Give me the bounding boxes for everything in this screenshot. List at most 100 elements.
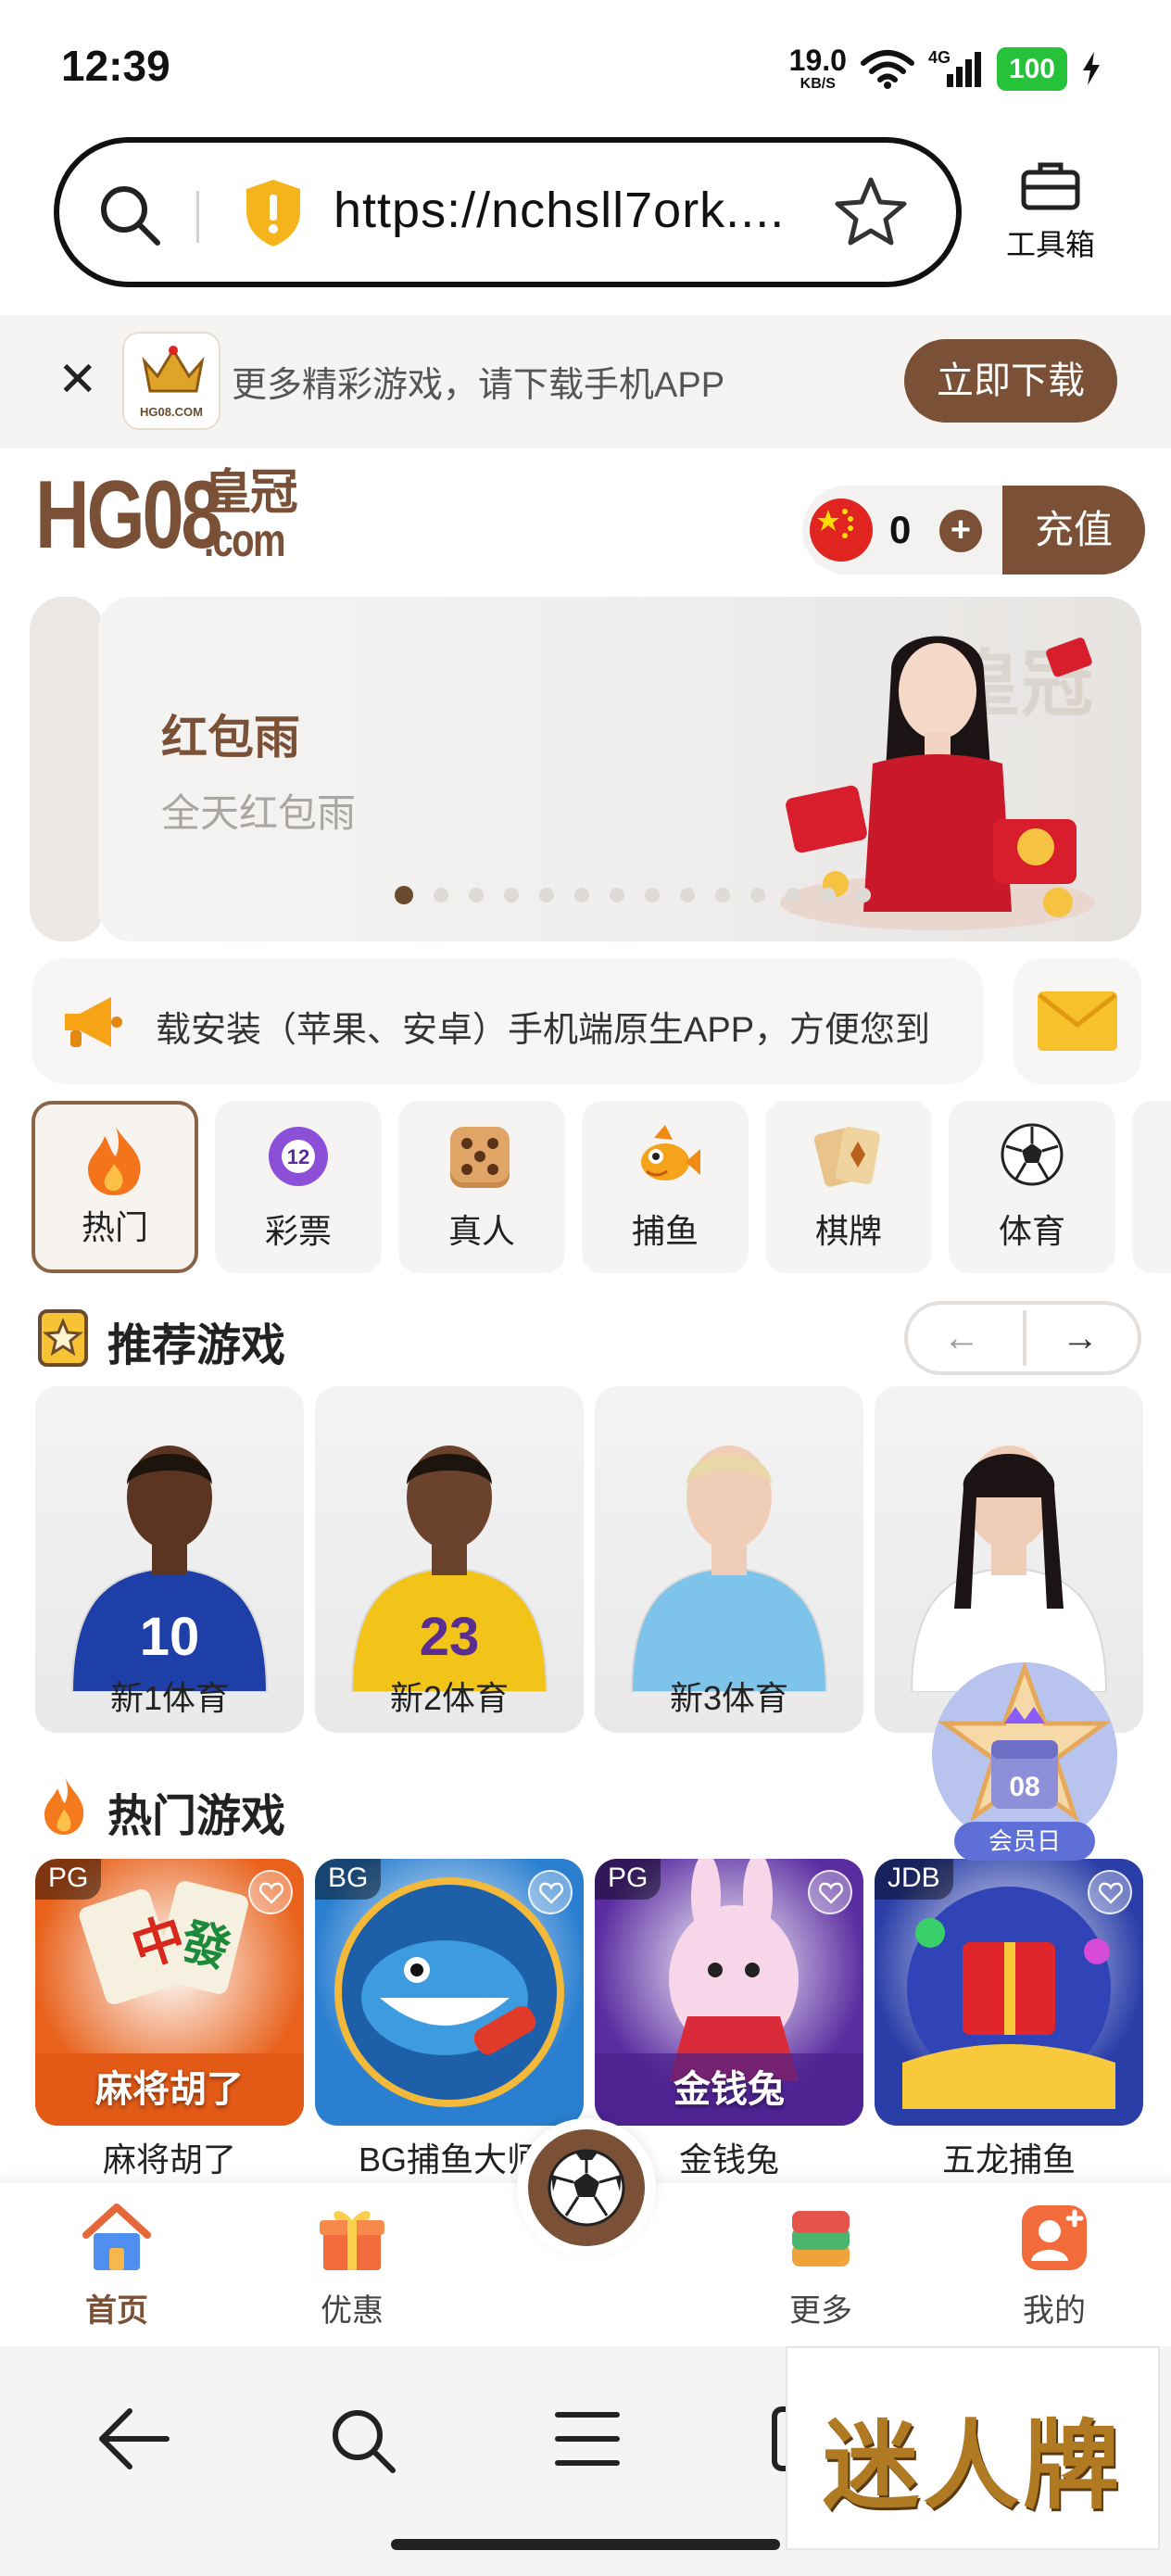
category-tab-5[interactable]: 棋牌 — [765, 1101, 932, 1273]
site-header: HG08 皇冠 .com 0 + 充值 — [0, 448, 1171, 587]
svg-text:12: 12 — [287, 1145, 309, 1168]
nav-sports-center[interactable] — [517, 2118, 656, 2257]
favorite-heart-icon[interactable] — [808, 1870, 852, 1914]
recommended-game-card[interactable]: 23 新2体育 — [315, 1386, 584, 1733]
category-tab-2[interactable]: 12 彩票 — [215, 1101, 382, 1273]
promo-carousel[interactable]: 皇冠 红包雨 全天红包雨 — [30, 597, 1141, 941]
notice-marquee[interactable]: 载安装（苹果、安卓）手机端原生APP，方便您到 — [31, 958, 984, 1084]
carousel-dots[interactable] — [395, 886, 871, 904]
site-logo[interactable]: HG08 皇冠 .com — [35, 467, 304, 563]
carousel-dot[interactable] — [434, 888, 448, 903]
menu-icon[interactable] — [547, 2402, 628, 2476]
balance-value: 0 — [889, 508, 912, 551]
player-image: 10 — [70, 1446, 269, 1692]
gift-icon — [320, 2211, 384, 2270]
category-tab-1[interactable]: 热门 — [31, 1101, 198, 1273]
game-art-title: 麻将胡了 — [95, 2069, 244, 2110]
carousel-dot[interactable] — [645, 888, 660, 903]
download-prompt: 更多精彩游戏，请下载手机APP — [232, 366, 725, 405]
fire-icon — [82, 1125, 147, 1202]
download-now-button[interactable]: 立即下载 — [904, 339, 1117, 423]
category-tab-4[interactable]: 捕鱼 — [582, 1101, 749, 1273]
home-icon — [82, 2203, 151, 2270]
browser-toolbar: https://nchsll7ork.... 工具箱 — [0, 130, 1171, 315]
previous-slide-peek — [30, 597, 104, 941]
carousel-dot[interactable] — [750, 888, 765, 903]
toolbox-button[interactable]: 工具箱 — [995, 158, 1106, 264]
jersey-number: 23 — [420, 1607, 480, 1667]
notice-text: 载安装（苹果、安卓）手机端原生APP，方便您到 — [156, 1011, 931, 1050]
recommended-game-card[interactable]: 新3体育 — [595, 1386, 863, 1733]
network-speed-unit: KB/S — [800, 76, 836, 92]
recommended-game-label: 新3体育 — [669, 1679, 789, 1717]
balance-box: 0 + 充值 — [802, 486, 1145, 575]
bottom-navigation: 首页 优惠 更多 我的 — [0, 2118, 1171, 2346]
player-image — [630, 1446, 828, 1692]
address-bar[interactable]: https://nchsll7ork.... — [54, 137, 962, 287]
star-icon[interactable] — [834, 174, 908, 248]
nav-profile[interactable]: 我的 — [980, 2198, 1128, 2330]
search-icon[interactable] — [94, 180, 165, 250]
url-text[interactable]: https://nchsll7ork.... — [334, 182, 785, 239]
download-app-banner: ✕ HG08.COM 更多精彩游戏，请下载手机APP 立即下载 — [0, 315, 1171, 448]
nav-home[interactable]: 首页 — [43, 2198, 191, 2330]
hot-game-card[interactable]: 中發 PG 麻将胡了 — [35, 1859, 304, 2126]
carousel-dot[interactable] — [469, 888, 484, 903]
signal-icon: 4G — [928, 48, 981, 87]
close-icon[interactable]: ✕ — [57, 356, 98, 404]
category-label: 棋牌 — [814, 1212, 882, 1250]
provider-badge: BG — [315, 1859, 382, 1900]
hot-game-card[interactable]: JDB — [875, 1859, 1143, 2126]
category-label: 彩票 — [264, 1212, 332, 1250]
carousel-dot[interactable] — [539, 888, 554, 903]
favorite-heart-icon[interactable] — [248, 1870, 293, 1914]
hot-game-card[interactable]: BG — [315, 1859, 584, 2126]
favorite-heart-icon[interactable] — [528, 1870, 573, 1914]
category-label: 捕鱼 — [631, 1212, 699, 1250]
recommended-game-card[interactable]: 10 新1体育 — [35, 1386, 304, 1733]
hot-game-label[interactable]: 麻将胡了 — [35, 2133, 304, 2181]
promo-slide[interactable]: 皇冠 红包雨 全天红包雨 — [98, 597, 1141, 941]
shield-icon[interactable] — [241, 176, 306, 250]
carousel-dot[interactable] — [574, 888, 589, 903]
member-day-float[interactable]: 08 会员日 — [926, 1661, 1123, 1866]
megaphone-icon — [65, 997, 122, 1047]
nav-promotions-label: 优惠 — [321, 2293, 384, 2329]
player-image: 23 — [350, 1446, 548, 1692]
prev-arrow-icon[interactable]: ← — [943, 1318, 980, 1359]
nav-more[interactable]: 更多 — [747, 2198, 895, 2330]
recharge-button[interactable]: 充值 — [1002, 486, 1145, 575]
network-speed-value: 19.0 — [788, 44, 847, 77]
nav-promotions[interactable]: 优惠 — [278, 2198, 426, 2330]
favorite-heart-icon[interactable] — [1088, 1870, 1132, 1914]
carousel-dot[interactable] — [821, 888, 836, 903]
carousel-dot[interactable] — [395, 886, 413, 904]
category-tab-6[interactable]: 体育 — [949, 1101, 1115, 1273]
category-tab-3[interactable]: 真人 — [398, 1101, 565, 1273]
brand-ad-overlay[interactable]: 迷人牌 — [786, 2346, 1160, 2550]
soccer-ball-icon — [548, 2149, 625, 2227]
profile-icon — [1022, 2205, 1087, 2270]
carousel-dot[interactable] — [715, 888, 730, 903]
carousel-dot[interactable] — [610, 888, 624, 903]
mail-icon — [1038, 991, 1117, 1051]
logo-main: HG08 — [35, 461, 223, 569]
add-funds-button[interactable]: + — [939, 510, 982, 552]
brand-ad-text: 迷人牌 — [822, 2408, 1123, 2522]
carousel-dot[interactable] — [856, 888, 871, 903]
lottery-ball-icon: 12 — [263, 1121, 334, 1196]
search-icon[interactable] — [322, 2402, 404, 2476]
carousel-dot[interactable] — [504, 888, 519, 903]
provider-badge: PG — [35, 1859, 102, 1900]
carousel-dot[interactable] — [680, 888, 695, 903]
toolbox-icon — [1021, 162, 1080, 210]
hot-game-label[interactable]: 五龙捕鱼 — [875, 2133, 1143, 2181]
nav-more-label: 更多 — [789, 2293, 852, 2329]
category-tab-peek[interactable] — [1132, 1101, 1171, 1273]
hot-game-card[interactable]: PG 金钱兔 — [595, 1859, 863, 2126]
carousel-dot[interactable] — [786, 888, 800, 903]
back-icon[interactable] — [93, 2402, 174, 2476]
crown-icon — [142, 346, 205, 393]
mail-button[interactable] — [1014, 958, 1141, 1084]
next-arrow-icon[interactable]: → — [1062, 1318, 1099, 1359]
